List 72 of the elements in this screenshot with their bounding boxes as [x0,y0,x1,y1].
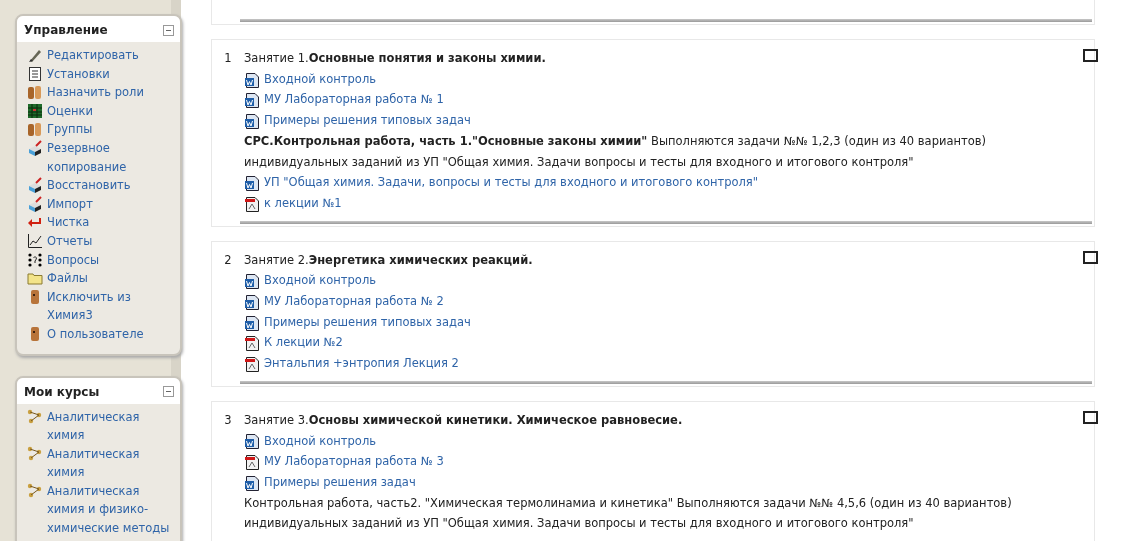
resource-link[interactable]: К лекции №2 [264,332,343,354]
resource-link[interactable]: Входной контроль [264,430,377,452]
square-icon[interactable] [1083,410,1098,424]
word-document-icon [244,314,260,331]
block-title: Управление [24,23,108,37]
word-document-icon [244,112,260,129]
people-icon [27,84,43,101]
sidebar-link[interactable]: Аналитическая химия и физико-химические методы [47,481,174,538]
resource-link[interactable]: Энтальпия +энтропия Лекция 2 [264,353,459,374]
word-document-icon [244,92,260,109]
pdf-document-icon [244,356,260,372]
block-title: Мои курсы [24,384,100,399]
resource-link[interactable]: Входной контроль [264,270,377,292]
resource-link[interactable]: МУ Лабораторная работа № 1 [264,89,444,111]
sidebar-link[interactable]: Исключить из Химия3 [47,287,174,325]
square-icon[interactable] [1083,49,1098,62]
sidebar-link[interactable]: Оценки [47,101,93,121]
question-icon [27,251,43,268]
section-text: СРС.Контрольная работа, часть 1."Основные законы химии" Выполняются задачи №№ 1,2,3 (один из 40 вариантов) индивидуальных заданий из УП "Общая химия. Задачи вопросы и тесты для входного и итогового контроля" [244,132,987,171]
resource-link[interactable]: МУ Лабораторная работа № 3 [264,451,444,472]
sidebar-link[interactable]: О пользователе [47,324,144,344]
square-icon[interactable] [1083,250,1098,264]
sidebar-link[interactable]: Восстановить [47,176,131,195]
section-title: Занятие 1.Основные понятия и законы химии. [244,51,546,65]
people-icon [27,121,43,138]
word-document-icon [244,293,260,310]
section-number: 1 [223,50,233,67]
sidebar-link[interactable]: Назначить роли [47,83,144,102]
sidebar-link[interactable]: Аналитическая химия [47,407,174,445]
sidebar-link[interactable]: Чистка [47,213,90,232]
resource-link[interactable]: Входной контроль [264,68,377,90]
sidebar-link[interactable]: Группы [47,120,93,139]
pdf-document-icon [244,195,260,212]
resource-link[interactable]: Примеры решения типовых задач [264,110,471,131]
section-number: 3 [223,411,233,429]
word-document-icon [244,273,260,290]
sidebar-link[interactable]: Редактировать [47,46,139,65]
collapse-icon[interactable] [163,386,174,397]
document-icon [27,65,43,82]
word-document-icon [244,71,260,88]
section-title: Занятие 2.Энергетика химических реакций. [244,252,533,267]
grid-icon [27,102,43,119]
pdf-document-icon [244,335,260,352]
resource-link[interactable]: УП "Общая химия. Задачи, вопросы и тесты для входного и итогового контроля" [264,172,759,193]
pdf-document-icon [244,454,260,471]
word-document-icon [244,474,260,491]
section-number: 2 [223,251,233,269]
pencil-icon [27,47,43,63]
sidebar-link[interactable]: Импорт [47,194,93,214]
section-title: Занятие 3.Основы химической кинетики. Химическое равновесие. [244,412,683,427]
folder-icon [27,270,43,287]
collapse-icon[interactable] [163,24,174,36]
nodes-icon [27,482,43,499]
sidebar-link[interactable]: Установки [47,64,110,84]
sidebar-link[interactable]: Отчеты [47,231,93,251]
resource-link[interactable]: МУ Лабораторная работа № 2 [264,291,444,312]
sidebar-link[interactable]: Аналитическая химия [47,444,174,482]
box-icon [27,195,43,212]
nodes-icon [27,445,43,462]
word-document-icon [244,433,260,450]
box-icon [27,139,43,156]
chart-icon [27,232,43,249]
nodes-icon [27,408,43,425]
resource-link[interactable]: Примеры решения задач [264,471,416,493]
word-document-icon [244,175,260,192]
resource-link[interactable]: Примеры решения типовых задач [264,311,471,333]
sidebar-link[interactable]: Резервное копирование [47,138,174,177]
box-icon [27,177,43,194]
sidebar-link[interactable]: Вопросы [47,250,100,270]
resource-link[interactable]: к лекции №1 [264,192,342,214]
section-text: Контрольная работа, часть2. "Химическая термолинамиа и кинетика" Выполняются задачи №№ 4,5,6 (один из 40 вариантов) индивидуальных заданий из УП "Общая химия. Задачи вопросы и тесты для входного и итогового контроля" [244,494,1013,533]
sidebar-link[interactable]: Файлы [47,269,88,288]
